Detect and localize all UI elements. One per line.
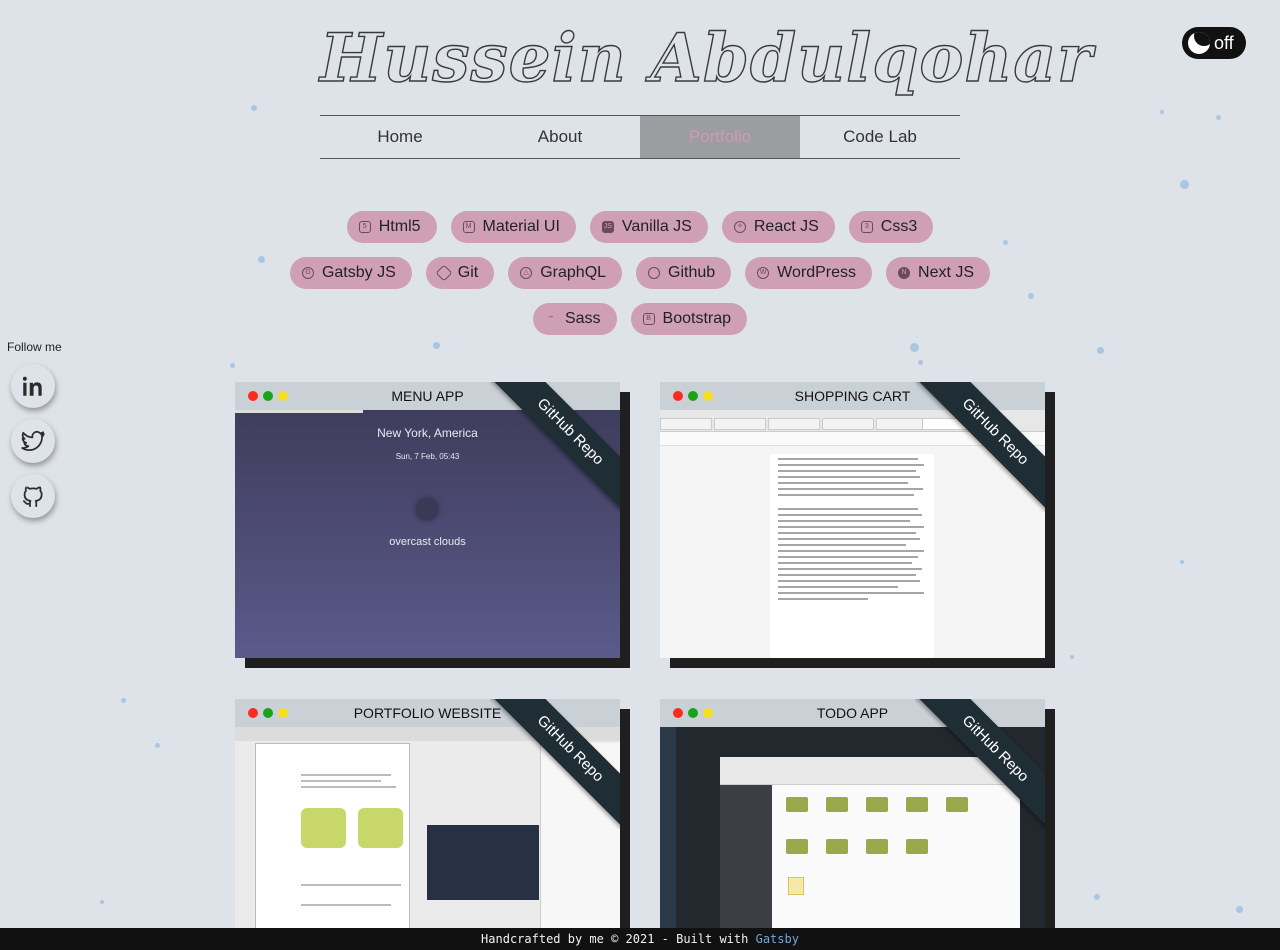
skill-chip-sass[interactable]: ∽ Sass bbox=[532, 303, 617, 335]
project-card-shopping-cart[interactable]: SHOPPING CART GitHub Repo bbox=[660, 382, 1045, 658]
skill-label: Html5 bbox=[378, 218, 421, 235]
skill-chip-material-ui[interactable]: M Material UI bbox=[450, 211, 576, 243]
maximize-dot bbox=[688, 391, 698, 401]
preview-hero bbox=[427, 825, 539, 900]
skill-chip-react-js[interactable]: ⚛ React JS bbox=[721, 211, 835, 243]
minimize-dot bbox=[278, 391, 288, 401]
nav-home[interactable]: Home bbox=[320, 116, 480, 158]
window-controls bbox=[673, 391, 713, 401]
skill-label: Gatsby JS bbox=[321, 264, 396, 281]
skill-chip-git[interactable]: Git bbox=[425, 257, 495, 289]
js-icon: JS bbox=[601, 221, 614, 233]
minimize-dot bbox=[703, 391, 713, 401]
skill-chip-gatsby-js[interactable]: G Gatsby JS bbox=[289, 257, 412, 289]
ribbon-container: GitHub Repo bbox=[915, 382, 1045, 512]
ribbon-container: GitHub Repo bbox=[490, 382, 620, 512]
css3-icon: 3 bbox=[860, 221, 873, 233]
footer: Handcrafted by me © 2021 - Built with Ga… bbox=[0, 928, 1280, 950]
skill-label: Css3 bbox=[880, 218, 918, 235]
skill-chip-css3[interactable]: 3 Css3 bbox=[848, 211, 934, 243]
site-logo: Hussein Abdulqohar bbox=[319, 18, 1093, 97]
gatsby-link[interactable]: Gatsby bbox=[756, 932, 799, 946]
github-icon bbox=[22, 486, 43, 507]
mobile-page bbox=[770, 454, 934, 658]
skill-chip-github[interactable]: Github bbox=[636, 257, 732, 289]
react-icon: ⚛ bbox=[733, 221, 746, 233]
follow-me-label: Follow me bbox=[7, 340, 62, 354]
progress-bar bbox=[235, 410, 363, 413]
main-nav: Home About Portfolio Code Lab bbox=[320, 115, 960, 159]
skill-label: Next JS bbox=[918, 264, 975, 281]
github-repo-ribbon[interactable]: GitHub Repo bbox=[490, 699, 620, 829]
close-dot bbox=[673, 708, 683, 718]
project-card-portfolio-website[interactable]: PORTFOLIO WEBSITE GitHub Repo bbox=[235, 699, 620, 950]
footer-text: Handcrafted by me © 2021 - Built with bbox=[481, 932, 749, 946]
cloud-icon bbox=[416, 498, 438, 520]
skill-label: WordPress bbox=[777, 264, 857, 281]
github-repo-ribbon[interactable]: GitHub Repo bbox=[490, 382, 620, 512]
toggle-label: off bbox=[1214, 32, 1234, 53]
nav-about[interactable]: About bbox=[480, 116, 640, 158]
skill-chip-next-js[interactable]: N Next JS bbox=[886, 257, 991, 289]
window-controls bbox=[248, 391, 288, 401]
linkedin-button[interactable] bbox=[11, 364, 55, 408]
wordpress-icon: W bbox=[757, 267, 770, 279]
project-card-todo-app[interactable]: TODO APP GitHub Repo bbox=[660, 699, 1045, 950]
graphql-icon: △ bbox=[520, 267, 533, 279]
nextjs-icon: N bbox=[898, 267, 911, 279]
project-card-menu-app[interactable]: MENU APP New York, America Sun, 7 Feb, 0… bbox=[235, 382, 620, 658]
github-repo-ribbon[interactable]: GitHub Repo bbox=[915, 699, 1045, 829]
linkedin-icon bbox=[22, 376, 42, 396]
skill-label: Material UI bbox=[482, 218, 560, 235]
bootstrap-icon: B bbox=[642, 313, 655, 325]
skill-chip-wordpress[interactable]: W WordPress bbox=[745, 257, 873, 289]
skill-label: Git bbox=[457, 264, 479, 281]
maximize-dot bbox=[263, 708, 273, 718]
twitter-button[interactable] bbox=[11, 419, 55, 463]
close-dot bbox=[248, 708, 258, 718]
ribbon-container: GitHub Repo bbox=[490, 699, 620, 829]
skill-label: Sass bbox=[564, 310, 601, 327]
file-manager-sidebar bbox=[720, 785, 772, 950]
close-dot bbox=[673, 391, 683, 401]
window-controls bbox=[248, 708, 288, 718]
ribbon-container: GitHub Repo bbox=[915, 699, 1045, 829]
skill-label: React JS bbox=[753, 218, 819, 235]
git-icon bbox=[435, 264, 453, 282]
github-icon bbox=[648, 267, 661, 279]
skill-chip-vanilla-js[interactable]: JS Vanilla JS bbox=[589, 211, 708, 243]
material-ui-icon: M bbox=[462, 221, 475, 233]
maximize-dot bbox=[688, 708, 698, 718]
phone-mockup bbox=[255, 743, 410, 950]
skills-list: 5 Html5 M Material UI JS Vanilla JS ⚛ React … bbox=[280, 211, 1000, 335]
github-repo-ribbon[interactable]: GitHub Repo bbox=[915, 382, 1045, 512]
minimize-dot bbox=[703, 708, 713, 718]
twitter-icon bbox=[21, 430, 45, 451]
html5-icon: 5 bbox=[358, 221, 371, 233]
skill-label: Github bbox=[668, 264, 716, 281]
window-controls bbox=[673, 708, 713, 718]
preview-weather: overcast clouds bbox=[389, 536, 466, 548]
sass-icon: ∽ bbox=[548, 314, 554, 321]
skill-label: Vanilla JS bbox=[621, 218, 692, 235]
minimize-dot bbox=[278, 708, 288, 718]
github-button[interactable] bbox=[11, 474, 55, 518]
nav-code-lab[interactable]: Code Lab bbox=[800, 116, 960, 158]
nav-portfolio[interactable]: Portfolio bbox=[640, 116, 800, 158]
skill-chip-graphql[interactable]: △ GraphQL bbox=[508, 257, 623, 289]
skill-label: GraphQL bbox=[540, 264, 607, 281]
close-dot bbox=[248, 391, 258, 401]
skill-chip-html5[interactable]: 5 Html5 bbox=[346, 211, 437, 243]
moon-icon bbox=[1188, 32, 1210, 54]
maximize-dot bbox=[263, 391, 273, 401]
skill-label: Bootstrap bbox=[662, 310, 732, 327]
skill-chip-bootstrap[interactable]: B Bootstrap bbox=[630, 303, 748, 335]
gatsby-icon: G bbox=[301, 267, 314, 279]
dark-mode-toggle[interactable]: off bbox=[1182, 27, 1246, 59]
